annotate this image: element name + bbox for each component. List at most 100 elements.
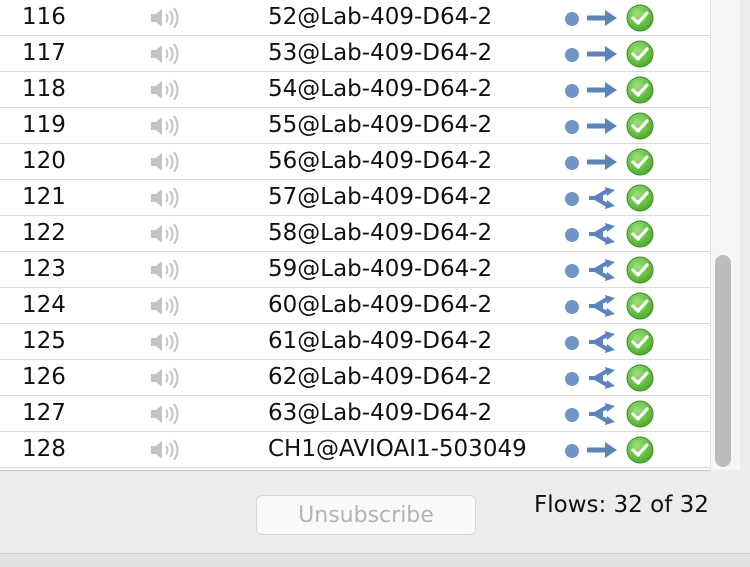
table-row[interactable]: 116 52@Lab-409-D64-2 — [0, 0, 710, 36]
speaker-icon[interactable] — [147, 438, 181, 462]
dot-icon — [565, 408, 579, 422]
row-number: 125 — [22, 328, 66, 354]
table-row[interactable]: 127 63@Lab-409-D64-2 — [0, 396, 710, 432]
speaker-icon[interactable] — [147, 366, 181, 390]
flows-count-label: Flows: 32 of 32 — [534, 492, 709, 518]
table-row[interactable]: 122 58@Lab-409-D64-2 — [0, 216, 710, 252]
channel-name: 56@Lab-409-D64-2 — [268, 148, 493, 174]
check-icon — [625, 255, 655, 285]
speaker-icon[interactable] — [147, 186, 181, 210]
channel-name: 53@Lab-409-D64-2 — [268, 40, 493, 66]
check-icon — [625, 327, 655, 357]
channel-name: 55@Lab-409-D64-2 — [268, 112, 493, 138]
channel-name: 59@Lab-409-D64-2 — [268, 256, 493, 282]
multicast-arrow-icon — [585, 331, 621, 353]
channel-name: 61@Lab-409-D64-2 — [268, 328, 493, 354]
dot-icon — [565, 228, 579, 242]
speaker-icon[interactable] — [147, 42, 181, 66]
unicast-arrow-icon — [585, 7, 621, 29]
dot-icon — [565, 264, 579, 278]
subscription-list: 116 52@Lab-409-D64-2 117 53@Lab-409-D64-2 11… — [0, 0, 710, 471]
channel-name: 58@Lab-409-D64-2 — [268, 220, 493, 246]
multicast-arrow-icon — [585, 367, 621, 389]
dot-icon — [565, 192, 579, 206]
dot-icon — [565, 156, 579, 170]
unicast-arrow-icon — [585, 79, 621, 101]
row-number: 121 — [22, 184, 66, 210]
check-icon — [625, 363, 655, 393]
check-icon — [625, 399, 655, 429]
dot-icon — [565, 48, 579, 62]
flow-status — [565, 183, 657, 213]
check-icon — [625, 75, 655, 105]
row-number: 123 — [22, 256, 66, 282]
speaker-icon[interactable] — [147, 402, 181, 426]
dot-icon — [565, 300, 579, 314]
channel-name: 52@Lab-409-D64-2 — [268, 4, 493, 30]
row-number: 126 — [22, 364, 66, 390]
dot-icon — [565, 12, 579, 26]
table-row[interactable]: 118 54@Lab-409-D64-2 — [0, 72, 710, 108]
dot-icon — [565, 444, 579, 458]
check-icon — [625, 3, 655, 33]
check-icon — [625, 219, 655, 249]
dot-icon — [565, 336, 579, 350]
unicast-arrow-icon — [585, 115, 621, 137]
dot-icon — [565, 120, 579, 134]
speaker-icon[interactable] — [147, 78, 181, 102]
speaker-icon[interactable] — [147, 114, 181, 138]
channel-name: 54@Lab-409-D64-2 — [268, 76, 493, 102]
row-number: 116 — [22, 4, 66, 30]
flow-status — [565, 111, 657, 141]
row-number: 122 — [22, 220, 66, 246]
unsubscribe-button[interactable]: Unsubscribe — [256, 495, 476, 535]
flow-status — [565, 327, 657, 357]
speaker-icon[interactable] — [147, 150, 181, 174]
channel-name: 57@Lab-409-D64-2 — [268, 184, 493, 210]
speaker-icon[interactable] — [147, 6, 181, 30]
table-row[interactable]: 128 CH1@AVIOAI1-503049 — [0, 432, 710, 468]
flow-status — [565, 219, 657, 249]
check-icon — [625, 147, 655, 177]
table-row[interactable]: 121 57@Lab-409-D64-2 — [0, 180, 710, 216]
check-icon — [625, 291, 655, 321]
multicast-arrow-icon — [585, 295, 621, 317]
row-number: 128 — [22, 436, 66, 462]
flow-status — [565, 435, 657, 465]
table-row[interactable]: 125 61@Lab-409-D64-2 — [0, 324, 710, 360]
multicast-arrow-icon — [585, 223, 621, 245]
flow-status — [565, 3, 657, 33]
table-row[interactable]: 119 55@Lab-409-D64-2 — [0, 108, 710, 144]
dot-icon — [565, 372, 579, 386]
window-bottom-edge — [0, 553, 750, 567]
speaker-icon[interactable] — [147, 294, 181, 318]
channel-name: 62@Lab-409-D64-2 — [268, 364, 493, 390]
flow-status — [565, 75, 657, 105]
multicast-arrow-icon — [585, 187, 621, 209]
speaker-icon[interactable] — [147, 258, 181, 282]
row-number: 127 — [22, 400, 66, 426]
unicast-arrow-icon — [585, 151, 621, 173]
flow-status — [565, 363, 657, 393]
flow-status — [565, 291, 657, 321]
row-number: 118 — [22, 76, 66, 102]
flow-status — [565, 255, 657, 285]
flow-status — [565, 147, 657, 177]
scrollbar-thumb[interactable] — [715, 255, 731, 467]
table-row[interactable]: 126 62@Lab-409-D64-2 — [0, 360, 710, 396]
speaker-icon[interactable] — [147, 222, 181, 246]
row-number: 117 — [22, 40, 66, 66]
check-icon — [625, 183, 655, 213]
multicast-arrow-icon — [585, 259, 621, 281]
unicast-arrow-icon — [585, 43, 621, 65]
check-icon — [625, 111, 655, 141]
flow-status — [565, 399, 657, 429]
speaker-icon[interactable] — [147, 330, 181, 354]
channel-name: 63@Lab-409-D64-2 — [268, 400, 493, 426]
table-row[interactable]: 120 56@Lab-409-D64-2 — [0, 144, 710, 180]
table-row[interactable]: 123 59@Lab-409-D64-2 — [0, 252, 710, 288]
table-row[interactable]: 117 53@Lab-409-D64-2 — [0, 36, 710, 72]
dot-icon — [565, 84, 579, 98]
flow-status — [565, 39, 657, 69]
table-row[interactable]: 124 60@Lab-409-D64-2 — [0, 288, 710, 324]
